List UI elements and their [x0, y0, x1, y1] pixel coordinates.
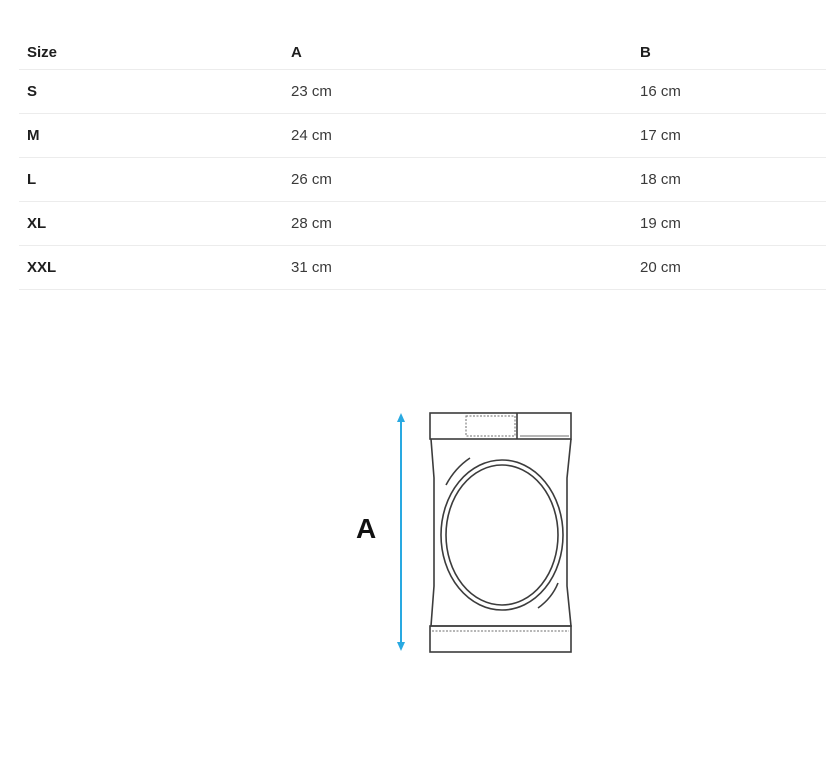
size-cell: M	[19, 113, 283, 158]
measurement-b-cell: 16 cm	[632, 69, 826, 114]
table-header-row: Size A B	[19, 36, 826, 70]
knee-pad-measurement-diagram	[397, 412, 572, 653]
column-header-size: Size	[19, 36, 283, 70]
measurement-a-cell: 28 cm	[283, 201, 632, 246]
knee-pad-outline	[429, 412, 572, 653]
column-header-b: B	[632, 36, 826, 70]
size-cell: XXL	[19, 245, 283, 290]
measurement-b-cell: 19 cm	[632, 201, 826, 246]
size-chart-table: Size A B S 23 cm 16 cm M 24 cm 17 cm L 2…	[19, 36, 826, 290]
table-row: L 26 cm 18 cm	[19, 157, 826, 202]
measurement-b-cell: 18 cm	[632, 157, 826, 202]
measurement-a-cell: 23 cm	[283, 69, 632, 114]
measurement-a-cell: 24 cm	[283, 113, 632, 158]
measurement-b-cell: 20 cm	[632, 245, 826, 290]
measurement-a-cell: 31 cm	[283, 245, 632, 290]
size-cell: L	[19, 157, 283, 202]
size-cell: XL	[19, 201, 283, 246]
measurement-a-cell: 26 cm	[283, 157, 632, 202]
table-row: M 24 cm 17 cm	[19, 113, 826, 158]
column-header-a: A	[283, 36, 632, 70]
size-cell: S	[19, 69, 283, 114]
measurement-b-cell: 17 cm	[632, 113, 826, 158]
table-row: S 23 cm 16 cm	[19, 69, 826, 114]
dimension-arrow	[397, 413, 405, 651]
table-row: XXL 31 cm 20 cm	[19, 245, 826, 290]
table-row: XL 28 cm 19 cm	[19, 201, 826, 246]
